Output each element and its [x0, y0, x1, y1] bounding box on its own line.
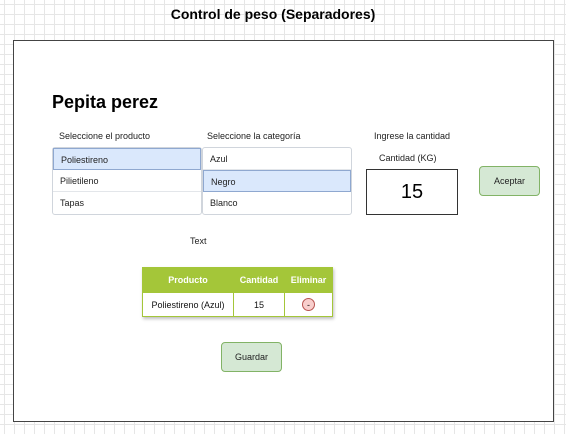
category-select-label: Seleccione la categoría [207, 131, 301, 141]
save-button[interactable]: Guardar [221, 342, 282, 372]
items-table: Producto Cantidad Eliminar Poliestireno … [142, 267, 333, 317]
category-option-negro[interactable]: Negro [203, 170, 351, 192]
quantity-label: Ingrese la cantidad [374, 131, 451, 141]
product-select-label: Seleccione el producto [59, 131, 151, 141]
quantity-unit-label: Cantidad (KG) [379, 153, 437, 163]
category-option-blanco[interactable]: Blanco [203, 192, 351, 214]
text-label: Text [190, 236, 207, 246]
product-option-pilietileno[interactable]: Pilietileno [53, 170, 201, 192]
column-header-cantidad: Cantidad [233, 267, 285, 293]
column-header-eliminar: Eliminar [284, 267, 333, 293]
table-header-row: Producto Cantidad Eliminar [142, 267, 333, 293]
page-title: Control de peso (Separadores) [170, 6, 376, 22]
user-name: Pepita perez [52, 92, 159, 112]
cell-quantity: 15 [233, 292, 285, 317]
accept-button[interactable]: Aceptar [479, 166, 540, 196]
cell-remove: - [284, 292, 333, 317]
product-option-poliestireno[interactable]: Poliestireno [53, 148, 201, 170]
category-option-azul[interactable]: Azul [203, 148, 351, 170]
remove-row-button[interactable]: - [302, 298, 315, 311]
quantity-input[interactable] [366, 169, 458, 215]
cell-product: Poliestireno (Azul) [142, 292, 234, 317]
category-list: Azul Negro Blanco [202, 147, 352, 215]
product-option-tapas[interactable]: Tapas [53, 192, 201, 214]
table-row: Poliestireno (Azul) 15 - [142, 292, 333, 317]
product-list: Poliestireno Pilietileno Tapas [52, 147, 202, 215]
column-header-producto: Producto [142, 267, 234, 293]
